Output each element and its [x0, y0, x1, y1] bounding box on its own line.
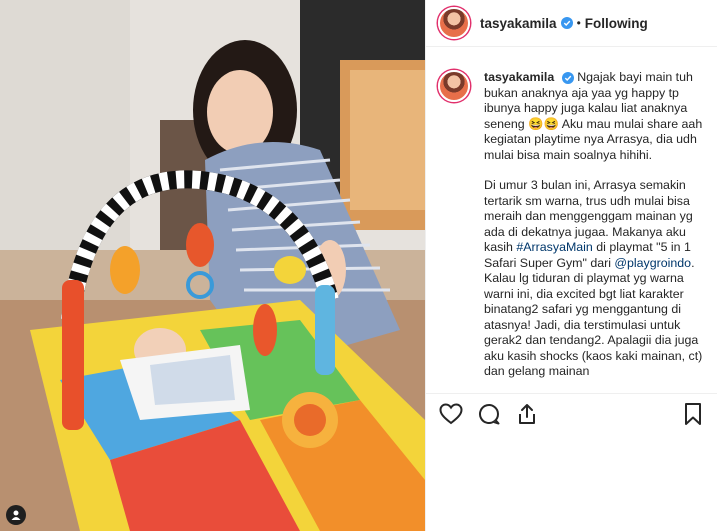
post-photo[interactable]	[0, 0, 425, 531]
post-header: tasyakamila • Following	[426, 0, 717, 47]
tagged-user-icon[interactable]	[6, 505, 26, 525]
avatar[interactable]	[438, 7, 470, 39]
verified-badge-icon	[561, 72, 574, 84]
caption-paragraph-2-end: . Kalau lg tiduran di playmat yg warna w…	[484, 255, 703, 379]
caption-username[interactable]: tasyakamila	[484, 70, 554, 84]
separator-dot: •	[576, 16, 581, 30]
post-sidebar: tasyakamila • Following tasyakamila Ngaj…	[425, 0, 717, 531]
verified-badge-icon	[560, 17, 573, 29]
mention-link[interactable]: @playgroindo	[614, 256, 691, 270]
hashtag-link[interactable]: #ArrasyaMain	[516, 240, 592, 254]
share-icon[interactable]	[514, 401, 540, 427]
caption-avatar[interactable]	[438, 70, 470, 102]
caption-section: tasyakamila Ngajak bayi main tuh bukan a…	[426, 48, 717, 392]
caption-text: tasyakamila Ngajak bayi main tuh bukan a…	[484, 70, 706, 392]
post-image	[0, 0, 425, 531]
following-button[interactable]: Following	[585, 16, 648, 31]
comment-bubble-icon[interactable]	[476, 401, 502, 427]
action-bar	[426, 393, 717, 433]
header-username[interactable]: tasyakamila	[480, 16, 557, 31]
bookmark-icon[interactable]	[680, 401, 706, 427]
heart-icon[interactable]	[438, 401, 464, 427]
